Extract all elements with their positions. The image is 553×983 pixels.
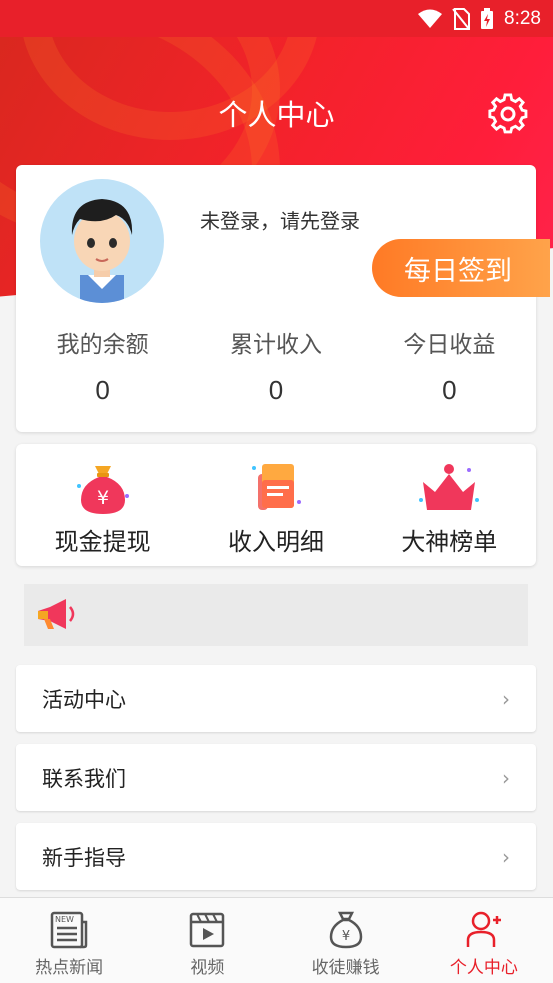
avatar[interactable]: [40, 179, 164, 303]
svg-text:¥: ¥: [341, 929, 349, 944]
status-bar: 8:28: [0, 0, 553, 37]
battery-charging-icon: [481, 7, 494, 29]
settings-button[interactable]: [484, 90, 532, 138]
wifi-icon: [418, 9, 443, 28]
video-icon: [190, 912, 225, 948]
person-add-icon: [466, 911, 501, 947]
announcement-bar[interactable]: [24, 584, 528, 646]
menu-label: 活动中心: [42, 687, 126, 712]
stat-value: 0: [442, 375, 457, 405]
stat-label: 累计收入: [229, 332, 322, 358]
chevron-right-icon: ›: [502, 844, 510, 869]
tab-recruit-earn[interactable]: ¥ 收徒赚钱: [277, 898, 415, 983]
stat-label: 今日收益: [403, 332, 496, 358]
no-sim-icon: [452, 7, 471, 30]
money-bag-icon: ¥: [329, 911, 362, 949]
menu-contact-us[interactable]: 联系我们 ›: [16, 744, 536, 811]
daily-checkin-button[interactable]: 每日签到: [372, 239, 550, 297]
quick-actions: ¥ 现金提现 收入明细 大神榜单: [16, 444, 536, 566]
svg-text:NEW: NEW: [55, 915, 74, 924]
page-title: 个人中心: [218, 98, 335, 132]
megaphone-icon: [38, 599, 75, 629]
tab-label: 收徒赚钱: [311, 958, 380, 978]
bottom-tab-bar: NEW 热点新闻 视频 ¥ 收徒赚钱 个人中心: [0, 897, 553, 983]
menu-activity-center[interactable]: 活动中心 ›: [16, 665, 536, 732]
newspaper-icon: NEW: [50, 911, 88, 949]
tab-label: 个人中心: [449, 958, 518, 978]
stat-label: 我的余额: [56, 332, 149, 358]
gear-icon: [488, 93, 528, 134]
cash-withdraw-button[interactable]: ¥ 现金提现: [16, 444, 189, 566]
money-bag-icon: ¥: [76, 466, 129, 514]
quick-action-label: 现金提现: [54, 528, 151, 556]
tab-hot-news[interactable]: NEW 热点新闻: [0, 898, 138, 983]
tab-personal-center[interactable]: 个人中心: [415, 898, 553, 983]
quick-action-label: 收入明细: [227, 528, 324, 556]
chevron-right-icon: ›: [502, 765, 510, 790]
svg-text:¥: ¥: [97, 487, 109, 509]
menu-beginner-guide[interactable]: 新手指导 ›: [16, 823, 536, 890]
income-details-button[interactable]: 收入明细: [189, 444, 362, 566]
chevron-right-icon: ›: [502, 686, 510, 711]
stat-today-earnings[interactable]: 今日收益 0: [363, 325, 536, 406]
stat-total-income[interactable]: 累计收入 0: [189, 325, 362, 406]
stat-value: 0: [95, 375, 110, 405]
quick-action-label: 大神榜单: [401, 528, 498, 556]
tab-label: 热点新闻: [35, 958, 104, 978]
stat-balance[interactable]: 我的余额 0: [16, 325, 189, 406]
receipt-icon: [251, 464, 301, 510]
profile-card: 未登录，请先登录 每日签到 我的余额 0 累计收入 0 今日收益 0: [16, 165, 550, 432]
menu-label: 联系我们: [42, 766, 126, 791]
tab-video[interactable]: 视频: [138, 898, 276, 983]
tab-label: 视频: [190, 958, 225, 978]
status-time: 8:28: [504, 7, 541, 29]
menu-label: 新手指导: [42, 845, 126, 870]
leaderboard-button[interactable]: 大神榜单: [363, 444, 536, 566]
stat-value: 0: [268, 375, 284, 405]
stats-row: 我的余额 0 累计收入 0 今日收益 0: [16, 325, 536, 406]
login-prompt[interactable]: 未登录，请先登录: [200, 205, 360, 234]
crown-icon: [419, 464, 480, 510]
cartoon-avatar-icon: [71, 199, 133, 303]
